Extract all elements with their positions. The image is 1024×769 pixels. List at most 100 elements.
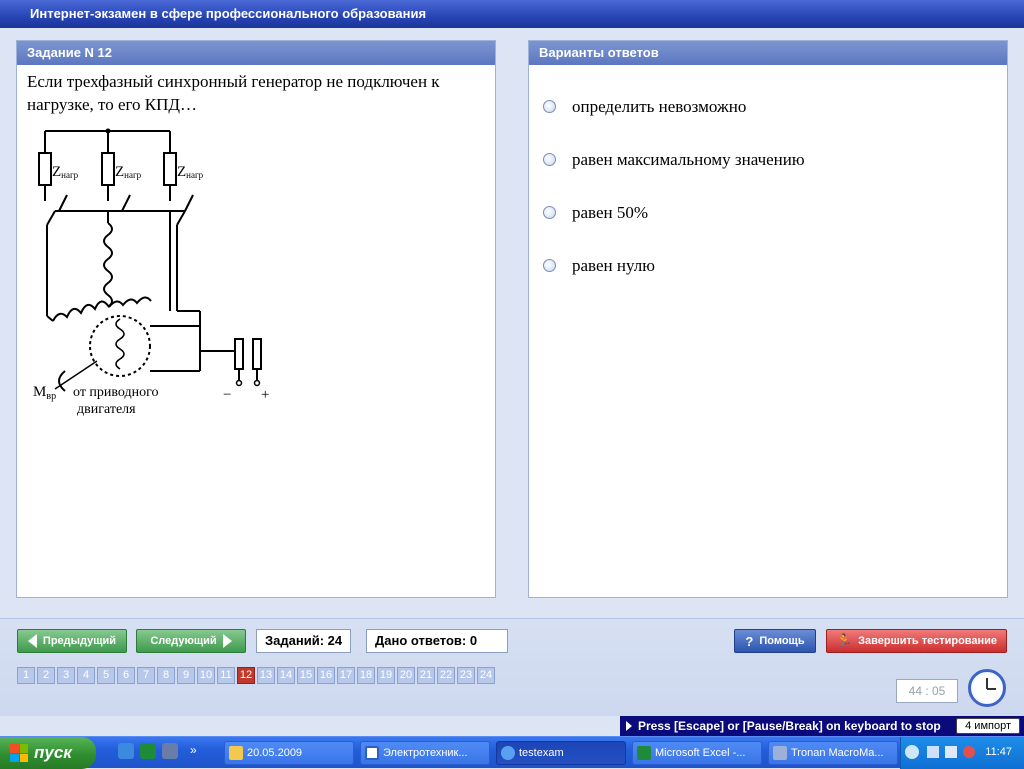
question-number-9[interactable]: 9 — [177, 667, 195, 684]
answers-header: Варианты ответов — [529, 41, 1007, 65]
clock-time: 11:47 — [985, 746, 1012, 758]
excel-icon — [637, 746, 651, 760]
question-number-19[interactable]: 19 — [377, 667, 395, 684]
task-label: Tronan MacroMa... — [791, 747, 884, 759]
answer-label: определить невозможно — [572, 96, 747, 116]
taskbar-item-excel[interactable]: Microsoft Excel -... — [632, 741, 762, 765]
moment-sub: вр — [46, 391, 56, 402]
svg-text:Mвр: Mвр — [33, 384, 56, 402]
question-number-18[interactable]: 18 — [357, 667, 375, 684]
ie-icon — [501, 746, 515, 760]
question-number-13[interactable]: 13 — [257, 667, 275, 684]
windows-logo-icon — [10, 744, 28, 762]
bmp-quicklaunch-icon[interactable] — [162, 743, 178, 759]
previous-label: Предыдущий — [42, 635, 117, 647]
runner-icon: 🏃 — [835, 633, 853, 648]
finish-label: Завершить тестирование — [858, 635, 998, 647]
radio-icon[interactable] — [543, 153, 556, 166]
question-number-23[interactable]: 23 — [457, 667, 475, 684]
question-number-20[interactable]: 20 — [397, 667, 415, 684]
question-number-4[interactable]: 4 — [77, 667, 95, 684]
answer-option-4[interactable]: равен нулю — [529, 239, 1007, 292]
svg-text:Zнагр: Zнагр — [52, 164, 79, 180]
question-number-12[interactable]: 12 — [237, 667, 255, 684]
caption-line-1: от приводного — [73, 385, 159, 400]
play-icon — [773, 746, 787, 760]
question-number-6[interactable]: 6 — [117, 667, 135, 684]
question-number-17[interactable]: 17 — [337, 667, 355, 684]
antivirus-icon[interactable] — [963, 746, 975, 758]
question-number-24[interactable]: 24 — [477, 667, 495, 684]
taskbar-item-testexam[interactable]: testexam — [496, 741, 626, 765]
tray-chevron-icon[interactable] — [905, 745, 919, 759]
play-icon — [626, 721, 632, 731]
total-tasks-counter: Заданий: 24 — [256, 629, 352, 653]
question-number-10[interactable]: 10 — [197, 667, 215, 684]
clock-icon — [968, 669, 1006, 707]
generator-diagram: Zнагр Zнагр Zнагр Mвр от приводного двиг… — [33, 128, 269, 417]
question-number-5[interactable]: 5 — [97, 667, 115, 684]
taskbar-item-folder[interactable]: 20.05.2009 — [224, 741, 354, 765]
task-label: Microsoft Excel -... — [655, 747, 746, 759]
help-button[interactable]: ? Помощь — [734, 629, 816, 653]
taskbar-item-word[interactable]: Электротехник... — [360, 741, 490, 765]
answer-label: равен максимальному значению — [572, 149, 805, 169]
question-number-11[interactable]: 11 — [217, 667, 235, 684]
question-number-21[interactable]: 21 — [417, 667, 435, 684]
answer-list: определить невозможно равен максимальном… — [529, 65, 1007, 292]
previous-button[interactable]: Предыдущий — [17, 629, 127, 653]
system-tray: 11:47 — [900, 737, 1024, 769]
question-number-8[interactable]: 8 — [157, 667, 175, 684]
help-label: Помощь — [759, 635, 805, 647]
question-number-14[interactable]: 14 — [277, 667, 295, 684]
answer-label: равен 50% — [572, 202, 649, 222]
load-sub-1: нагр — [61, 170, 79, 180]
load-label-3: Z — [177, 164, 186, 180]
next-button[interactable]: Следующий — [136, 629, 246, 653]
volume-icon[interactable] — [945, 746, 957, 758]
taskbar: пуск » 20.05.2009 Электротехник... teste… — [0, 736, 1024, 769]
task-header: Задание N 12 — [17, 41, 495, 65]
chevron-right-icon[interactable]: » — [190, 743, 197, 757]
moment-label: M — [33, 384, 46, 400]
excel-quicklaunch-icon[interactable] — [140, 743, 156, 759]
task-label: testexam — [519, 747, 564, 759]
question-number-7[interactable]: 7 — [137, 667, 155, 684]
finish-test-button[interactable]: 🏃 Завершить тестирование — [826, 629, 1007, 653]
question-number-22[interactable]: 22 — [437, 667, 455, 684]
network-icon[interactable] — [927, 746, 939, 758]
question-number-1[interactable]: 1 — [17, 667, 35, 684]
escape-hint-text: Press [Escape] or [Pause/Break] on keybo… — [638, 719, 941, 733]
radio-icon[interactable] — [543, 100, 556, 113]
escape-hint-bar: Press [Escape] or [Pause/Break] on keybo… — [620, 716, 1024, 736]
start-label: пуск — [34, 743, 72, 762]
question-number-16[interactable]: 16 — [317, 667, 335, 684]
question-text: Если трехфазный синхронный генератор не … — [27, 72, 440, 114]
svg-text:Zнагр: Zнагр — [115, 164, 142, 180]
question-mark-icon: ? — [745, 633, 754, 649]
question-number-list: 1 2 3 4 5 6 7 8 9 10 11 12 13 14 15 16 17 18 19 20 21 22 23 24 — [17, 667, 497, 684]
word-icon — [365, 746, 379, 760]
load-label-2: Z — [115, 164, 124, 180]
question-number-15[interactable]: 15 — [297, 667, 315, 684]
plus-terminal: + — [261, 387, 269, 403]
arrow-right-icon — [222, 634, 232, 648]
question-number-3[interactable]: 3 — [57, 667, 75, 684]
work-area: Задание N 12 Если трехфазный синхронный … — [0, 28, 1024, 618]
answered-counter: Дано ответов: 0 — [366, 629, 508, 653]
timer-display: 44 : 05 — [896, 679, 958, 703]
radio-icon[interactable] — [543, 206, 556, 219]
question-number-2[interactable]: 2 — [37, 667, 55, 684]
import-badge: 4 импорт — [956, 718, 1020, 734]
start-button[interactable]: пуск — [0, 737, 96, 769]
taskbar-item-macro[interactable]: Tronan MacroMa... — [768, 741, 898, 765]
answer-option-1[interactable]: определить невозможно — [529, 80, 1007, 133]
radio-icon[interactable] — [543, 259, 556, 272]
answer-label: равен нулю — [572, 255, 655, 275]
window-title: Интернет-экзамен в сфере профессионально… — [0, 0, 1024, 28]
ie-quicklaunch-icon[interactable] — [118, 743, 134, 759]
load-sub-3: нагр — [186, 170, 204, 180]
answer-option-2[interactable]: равен максимальному значению — [529, 133, 1007, 186]
answers-panel: Варианты ответов определить невозможно р… — [528, 40, 1008, 598]
answer-option-3[interactable]: равен 50% — [529, 186, 1007, 239]
